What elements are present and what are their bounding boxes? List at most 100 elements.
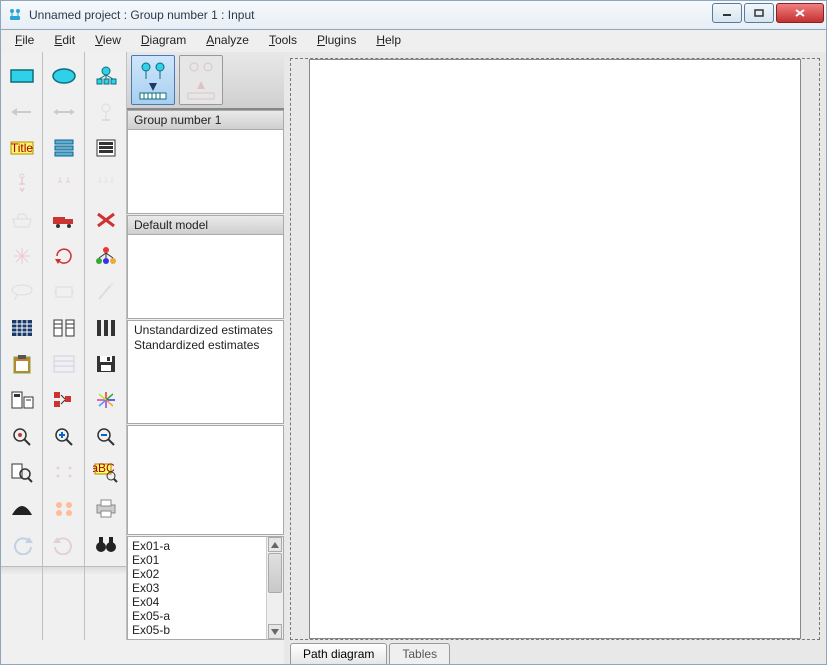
distribution-icon[interactable] xyxy=(4,490,40,526)
params-panel xyxy=(127,425,284,535)
file-list-body: Ex01-a Ex01 Ex02 Ex03 Ex04 Ex05-a Ex05-b xyxy=(128,537,266,639)
menu-bar: File Edit View Diagram Analyze Tools Plu… xyxy=(0,30,827,52)
right-pane: Path diagram Tables xyxy=(284,52,826,664)
scroll-up-icon[interactable] xyxy=(268,537,282,552)
wand-icon[interactable] xyxy=(88,274,124,310)
file-item[interactable]: Ex04 xyxy=(132,595,262,609)
mode-bar xyxy=(127,52,284,110)
menu-plugins[interactable]: Plugins xyxy=(307,30,366,52)
rearrange-icon[interactable] xyxy=(46,454,82,490)
file-item[interactable]: Ex03 xyxy=(132,581,262,595)
maximize-button[interactable] xyxy=(744,3,774,23)
toolbox-col-3: aBC xyxy=(85,52,127,640)
window-titlebar: Unnamed project : Group number 1 : Input xyxy=(0,0,827,30)
window-title: Unnamed project : Group number 1 : Input xyxy=(29,8,254,22)
menu-help[interactable]: Help xyxy=(366,30,411,52)
estimates-panel: Unstandardized estimates Standardized es… xyxy=(127,320,284,424)
title-icon[interactable]: Title xyxy=(4,130,40,166)
undo-icon[interactable] xyxy=(4,526,40,562)
diagram-page[interactable] xyxy=(309,59,801,639)
observed-rect-icon[interactable] xyxy=(4,58,40,94)
canvas-area xyxy=(284,52,826,640)
estimates-panel-body: Unstandardized estimates Standardized es… xyxy=(128,321,283,423)
basket-icon[interactable] xyxy=(4,202,40,238)
minimize-button[interactable] xyxy=(712,3,742,23)
col3-resize[interactable] xyxy=(85,566,126,574)
columns-icon[interactable] xyxy=(88,310,124,346)
canvas-border xyxy=(290,58,820,640)
groups-panel-header[interactable]: Group number 1 xyxy=(128,111,283,130)
estimates-row-unstd[interactable]: Unstandardized estimates xyxy=(134,323,277,338)
groups-panel-body[interactable] xyxy=(128,130,283,213)
output-mode-button[interactable] xyxy=(179,55,223,105)
zoom-target-icon[interactable] xyxy=(4,418,40,454)
variables-box-icon[interactable] xyxy=(88,130,124,166)
zoom-out-icon[interactable] xyxy=(88,418,124,454)
estimates-row-std[interactable]: Standardized estimates xyxy=(134,338,277,353)
file-item[interactable]: Ex01-a xyxy=(132,539,262,553)
reorder-icon[interactable] xyxy=(46,382,82,418)
scroll-down-icon[interactable] xyxy=(268,624,282,639)
select-one-icon[interactable] xyxy=(4,166,40,202)
col1-resize[interactable] xyxy=(1,566,42,574)
double-arrow-icon[interactable] xyxy=(46,94,82,130)
draw-lasso-icon[interactable] xyxy=(4,274,40,310)
close-button[interactable] xyxy=(776,3,824,23)
file-item[interactable]: Ex05-b xyxy=(132,623,262,637)
svg-text:aBC: aBC xyxy=(93,461,115,475)
models-panel-header[interactable]: Default model xyxy=(128,216,283,235)
menu-view[interactable]: View xyxy=(85,30,131,52)
binoculars-icon[interactable] xyxy=(88,526,124,562)
app-icon xyxy=(7,7,23,23)
models-panel-body[interactable] xyxy=(128,235,283,318)
abc-zoom-icon[interactable]: aBC xyxy=(88,454,124,490)
menu-analyze[interactable]: Analyze xyxy=(196,30,259,52)
input-mode-button[interactable] xyxy=(131,55,175,105)
spreadsheet-icon[interactable] xyxy=(46,346,82,382)
zoom-page-icon[interactable] xyxy=(4,454,40,490)
menu-tools[interactable]: Tools xyxy=(259,30,307,52)
svg-text:Title: Title xyxy=(10,141,33,155)
rotate-icon[interactable] xyxy=(46,238,82,274)
window-buttons xyxy=(710,3,824,23)
delete-x-icon[interactable] xyxy=(88,202,124,238)
fireworks-icon[interactable] xyxy=(88,382,124,418)
left-pane: Title xyxy=(1,52,284,664)
menu-file[interactable]: File xyxy=(5,30,44,52)
redo-icon[interactable] xyxy=(46,526,82,562)
menu-diagram[interactable]: Diagram xyxy=(131,30,196,52)
col2-resize[interactable] xyxy=(43,566,84,574)
tree-colored-icon[interactable] xyxy=(88,238,124,274)
file-item[interactable]: Ex01 xyxy=(132,553,262,567)
tab-path-diagram[interactable]: Path diagram xyxy=(290,643,387,664)
left-arrow-icon[interactable] xyxy=(4,94,40,130)
scroll-thumb[interactable] xyxy=(268,553,282,593)
error-circle-icon[interactable] xyxy=(88,94,124,130)
resize-flower-icon[interactable] xyxy=(4,238,40,274)
params-panel-body[interactable] xyxy=(128,426,283,534)
file-item[interactable]: Ex02 xyxy=(132,567,262,581)
select-multi-icon[interactable] xyxy=(46,166,82,202)
stats-panel-icon[interactable] xyxy=(4,382,40,418)
faces-icon[interactable] xyxy=(46,490,82,526)
data-table-icon[interactable] xyxy=(4,310,40,346)
tab-tables[interactable]: Tables xyxy=(389,643,450,664)
print-icon[interactable] xyxy=(88,490,124,526)
file-list: Ex01-a Ex01 Ex02 Ex03 Ex04 Ex05-a Ex05-b xyxy=(127,536,284,640)
save-icon[interactable] xyxy=(88,346,124,382)
toolbox: Title xyxy=(1,52,284,640)
linked-vars-icon[interactable] xyxy=(46,310,82,346)
latent-ellipse-icon[interactable] xyxy=(46,58,82,94)
indicator-icon[interactable] xyxy=(88,58,124,94)
zoom-in-icon[interactable] xyxy=(46,418,82,454)
truck-icon[interactable] xyxy=(46,202,82,238)
view-tabs: Path diagram Tables xyxy=(284,640,826,664)
clipboard-icon[interactable] xyxy=(4,346,40,382)
groups-panel: Group number 1 xyxy=(127,110,284,214)
file-item[interactable]: Ex05-a xyxy=(132,609,262,623)
scroll-panel-icon[interactable] xyxy=(46,274,82,310)
select-all-icon[interactable] xyxy=(88,166,124,202)
variables-list-icon[interactable] xyxy=(46,130,82,166)
menu-edit[interactable]: Edit xyxy=(44,30,85,52)
file-list-scrollbar[interactable] xyxy=(266,537,283,639)
